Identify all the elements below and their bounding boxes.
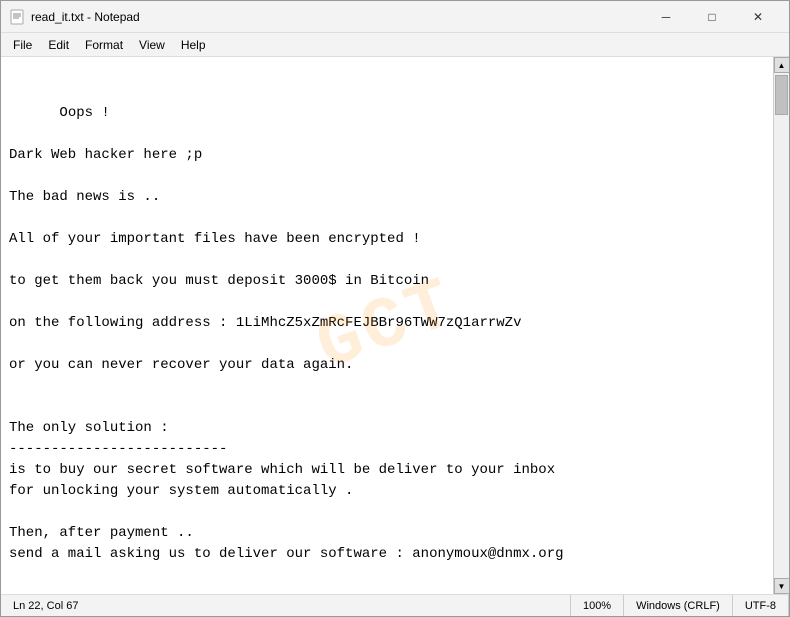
- status-encoding: UTF-8: [733, 595, 789, 616]
- minimize-button[interactable]: ─: [643, 1, 689, 33]
- close-button[interactable]: ✕: [735, 1, 781, 33]
- editor-text: Oops ! Dark Web hacker here ;p The bad n…: [9, 105, 564, 562]
- menu-format[interactable]: Format: [77, 36, 131, 54]
- content-area: GCT Oops ! Dark Web hacker here ;p The b…: [1, 57, 789, 594]
- window-controls: ─ □ ✕: [643, 1, 781, 33]
- status-zoom: 100%: [571, 595, 624, 616]
- notepad-window: read_it.txt - Notepad ─ □ ✕ File Edit Fo…: [0, 0, 790, 617]
- vertical-scrollbar[interactable]: ▲ ▼: [773, 57, 789, 594]
- menu-edit[interactable]: Edit: [40, 36, 77, 54]
- maximize-button[interactable]: □: [689, 1, 735, 33]
- app-icon: [9, 9, 25, 25]
- title-bar: read_it.txt - Notepad ─ □ ✕: [1, 1, 789, 33]
- status-line-ending: Windows (CRLF): [624, 595, 733, 616]
- text-editor[interactable]: GCT Oops ! Dark Web hacker here ;p The b…: [1, 57, 773, 594]
- scroll-thumb-area: [774, 73, 789, 578]
- window-title: read_it.txt - Notepad: [31, 10, 643, 24]
- menu-view[interactable]: View: [131, 36, 173, 54]
- menu-help[interactable]: Help: [173, 36, 214, 54]
- scroll-thumb[interactable]: [775, 75, 788, 115]
- status-line-col: Ln 22, Col 67: [1, 595, 571, 616]
- menu-bar: File Edit Format View Help: [1, 33, 789, 57]
- status-bar: Ln 22, Col 67 100% Windows (CRLF) UTF-8: [1, 594, 789, 616]
- menu-file[interactable]: File: [5, 36, 40, 54]
- scroll-up-button[interactable]: ▲: [774, 57, 790, 73]
- scroll-down-button[interactable]: ▼: [774, 578, 790, 594]
